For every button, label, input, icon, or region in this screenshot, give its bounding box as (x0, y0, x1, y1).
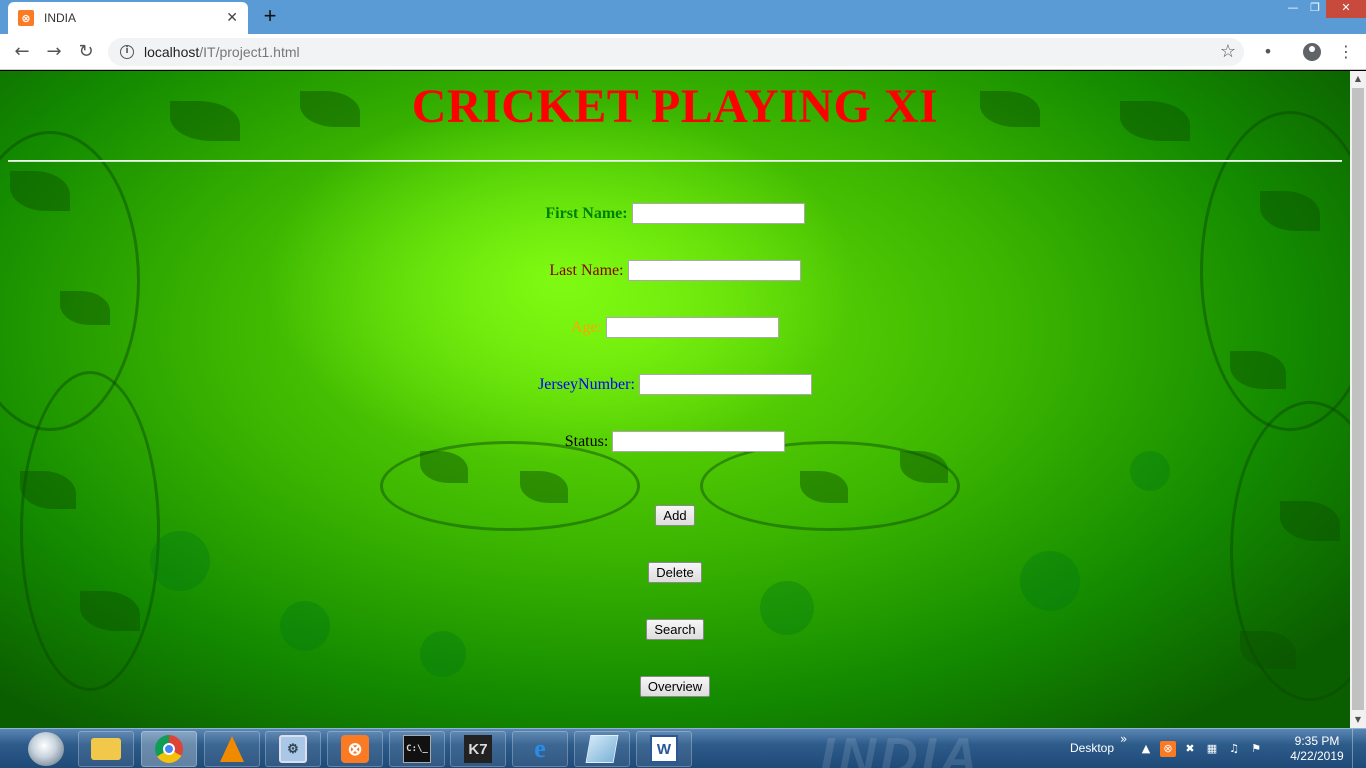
action-center-flag-icon[interactable]: ⚑ (1248, 741, 1264, 757)
internet-explorer-icon: e (534, 734, 546, 763)
delete-row: Delete (0, 562, 1350, 583)
add-button[interactable]: Add (655, 505, 695, 526)
taskbar-chrome[interactable] (141, 731, 197, 767)
close-window-button[interactable]: ✕ (1326, 0, 1366, 18)
vlc-cone-icon (218, 735, 246, 763)
system-tray: ▲ ⊗ ✖ ▦ ♫ ⚑ (1138, 741, 1264, 757)
last-name-label: Last Name: (549, 261, 624, 279)
notepad-icon (585, 735, 619, 763)
overview-button[interactable]: Overview (639, 676, 711, 697)
tab-title: INDIA (44, 11, 77, 25)
taskbar-control-panel[interactable]: ⚙ (265, 731, 321, 767)
xampp-favicon-icon: ⊗ (18, 10, 34, 26)
scroll-thumb[interactable] (1352, 88, 1364, 710)
k7-icon: K7 (464, 735, 492, 763)
scroll-up-icon[interactable]: ▲ (1350, 71, 1366, 87)
start-button[interactable] (28, 732, 64, 766)
add-row: Add (0, 505, 1350, 526)
status-label: Status: (564, 432, 609, 450)
restore-button[interactable]: ❐ (1304, 0, 1326, 18)
system-clock[interactable]: 9:35 PM 4/22/2019 (1286, 734, 1348, 764)
extension-icon[interactable]: • (1256, 40, 1280, 64)
caret-up-icon[interactable]: ▲ (1138, 741, 1154, 757)
jersey-number-label: JerseyNumber: (538, 375, 635, 393)
overview-row: Overview (0, 676, 1350, 697)
info-icon[interactable]: i (120, 45, 134, 59)
volume-icon[interactable]: ♫ (1226, 741, 1242, 757)
profile-icon (1303, 43, 1321, 61)
taskbar-k7[interactable]: K7 (450, 731, 506, 767)
word-icon: W (650, 735, 678, 763)
chrome-icon (155, 735, 183, 763)
status-row: Status: (0, 431, 1350, 452)
vertical-scrollbar[interactable]: ▲ ▼ (1350, 71, 1366, 728)
new-tab-button[interactable]: + (258, 4, 282, 28)
profile-button[interactable] (1300, 40, 1324, 64)
taskbar-xampp[interactable]: ⊗ (327, 731, 383, 767)
clock-date: 4/22/2019 (1290, 749, 1344, 763)
scroll-down-icon[interactable]: ▼ (1350, 712, 1366, 728)
taskbar: INDIA ⚙ ⊗ C:\_ K7 e W Desktop » ▲ ⊗ ✖ ▦ (0, 728, 1366, 768)
bookmark-star-icon[interactable]: ☆ (1220, 41, 1236, 62)
forward-arrow-icon[interactable]: → (42, 40, 66, 64)
menu-kebab-icon[interactable]: ⋮ (1334, 40, 1358, 64)
chevron-right-icon[interactable]: » (1120, 732, 1127, 746)
status-input[interactable] (612, 431, 786, 452)
xampp-tray-icon[interactable]: ⊗ (1160, 741, 1176, 757)
taskbar-command-prompt[interactable]: C:\_ (389, 731, 445, 767)
first-name-input[interactable] (631, 203, 805, 224)
clock-time: 9:35 PM (1294, 734, 1340, 748)
network-error-icon[interactable]: ✖ (1182, 741, 1198, 757)
page-title: CRICKET PLAYING XI (411, 80, 939, 133)
browser-toolbar: ← → ↻ i localhost/IT/project1.html ☆ • ⋮ (0, 34, 1366, 70)
search-row: Search (0, 619, 1350, 640)
folder-icon (91, 738, 121, 760)
minimize-button[interactable]: — (1282, 0, 1304, 18)
last-name-input[interactable] (627, 260, 801, 281)
url-text[interactable]: localhost/IT/project1.html (144, 44, 300, 60)
taskbar-vlc[interactable] (204, 731, 260, 767)
xampp-icon: ⊗ (341, 735, 369, 763)
taskbar-file-explorer[interactable] (78, 731, 134, 767)
age-row: Age: (0, 317, 1350, 338)
tab-india[interactable]: ⊗ INDIA ✕ (8, 2, 248, 34)
window-controls: — ❐ ✕ (1282, 0, 1366, 18)
taskbar-watermark: INDIA (820, 728, 982, 768)
url-host: localhost (144, 44, 200, 60)
browser-tab-strip: ⊗ INDIA ✕ + — ❐ ✕ (0, 0, 1366, 34)
taskbar-notepad[interactable] (574, 731, 630, 767)
address-bar[interactable]: i localhost/IT/project1.html ☆ (108, 38, 1244, 66)
taskbar-internet-explorer[interactable]: e (512, 731, 568, 767)
taskbar-word[interactable]: W (636, 731, 692, 767)
search-button[interactable]: Search (646, 619, 704, 640)
jersey-number-input[interactable] (638, 374, 812, 395)
close-icon[interactable]: ✕ (226, 10, 238, 26)
network-icon[interactable]: ▦ (1204, 741, 1220, 757)
show-desktop-button[interactable] (1352, 729, 1366, 768)
age-label: Age: (570, 318, 603, 336)
first-name-row: First Name: (0, 203, 1350, 224)
horizontal-rule (8, 160, 1342, 162)
back-arrow-icon[interactable]: ← (10, 40, 34, 64)
first-name-label: First Name: (545, 204, 628, 222)
reload-icon[interactable]: ↻ (74, 40, 98, 64)
jersey-number-row: JerseyNumber: (0, 374, 1350, 395)
control-panel-icon: ⚙ (279, 735, 307, 763)
page-viewport: CRICKET PLAYING XI First Name: Last Name… (0, 71, 1350, 728)
terminal-icon: C:\_ (403, 735, 431, 763)
last-name-row: Last Name: (0, 260, 1350, 281)
delete-button[interactable]: Delete (648, 562, 702, 583)
url-path: /IT/project1.html (199, 44, 300, 60)
age-input[interactable] (606, 317, 780, 338)
desktop-toolbar-label[interactable]: Desktop (1070, 741, 1114, 755)
